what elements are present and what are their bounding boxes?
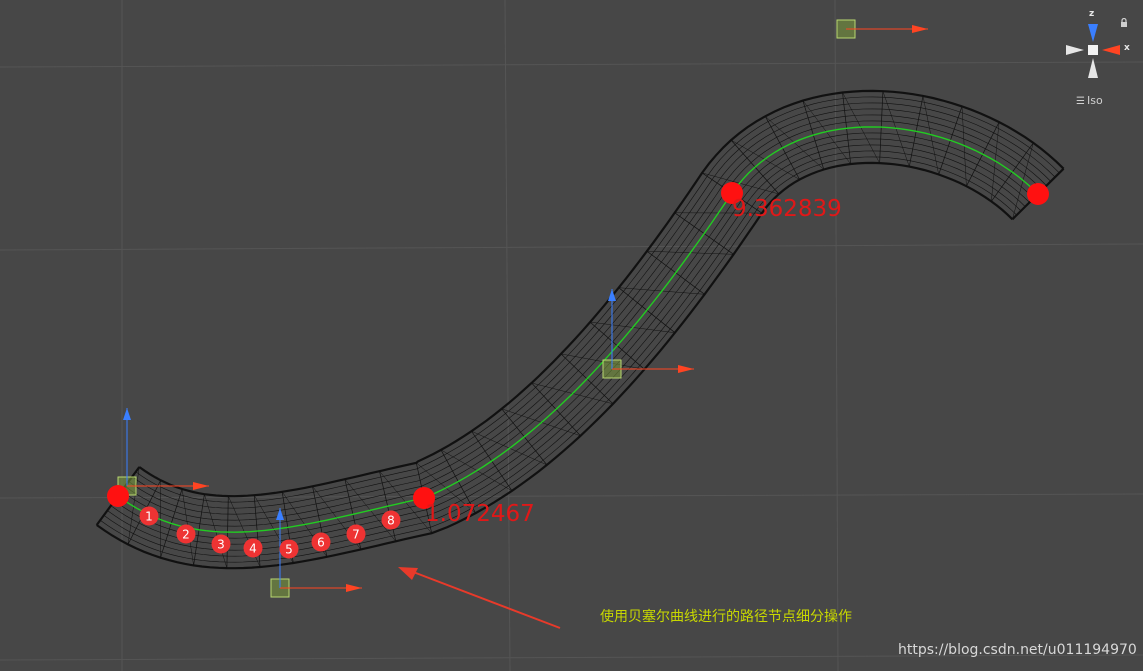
subdivision-node-number: 1 [145,510,153,524]
x-axis-cone-icon[interactable] [1102,45,1120,55]
z-axis-cone-icon[interactable] [1088,24,1098,42]
annotation-arrowhead-icon [398,567,418,580]
subdivision-nodes: 1 2 3 4 5 6 7 8 [139,506,401,559]
mesh-edge-line [110,138,1030,545]
grid-line [0,243,1143,251]
segment-length-label: 9.362839 [732,196,842,222]
road-mesh [95,89,1065,570]
mesh-edge-line [114,132,1034,539]
subdivision-node-number: 8 [387,514,395,528]
mesh-edge-line [135,96,1060,503]
subdivision-node-number: 6 [317,536,325,550]
scene-viewport[interactable]: 1 2 3 4 5 6 7 8 9.362839 1.072467 使用贝塞尔曲线进行的路径节… [0,0,1143,671]
projection-toggle[interactable]: ☰ Iso [1076,94,1103,107]
subdivision-node-number: 7 [352,528,360,542]
scene-canvas[interactable]: 1 2 3 4 5 6 7 8 [0,0,1143,671]
grid-line [0,493,1143,499]
grid-line [834,0,839,671]
mesh-edge-line [124,114,1047,521]
mesh-diagonal-line [730,139,800,180]
z-axis-label: z [1089,9,1095,19]
neg-y-axis-cone-icon[interactable] [1088,58,1098,78]
subdivision-node-number: 5 [285,543,293,557]
handle-x-arrow-icon [678,365,694,373]
grid-line [0,61,1143,68]
annotation-text: 使用贝塞尔曲线进行的路径节点细分操作 [600,609,852,625]
handle-x-arrow-icon [912,25,928,33]
segment-length-label: 1.072467 [425,501,535,527]
grid-line [504,0,511,671]
handle-y-arrow-icon [123,408,131,420]
annotation-arrow [398,567,561,629]
mesh-diagonal-line [802,100,851,165]
mesh-edge-line [117,126,1039,533]
control-points [107,182,1049,509]
subdivision-node-number: 3 [217,538,225,552]
subdivision-node-number: 4 [249,542,257,556]
mesh-edge-line [132,102,1056,509]
mesh-edge-line [96,161,1014,570]
hamburger-icon: ☰ [1076,96,1085,107]
annotation-arrow-line [407,569,561,629]
lock-icon[interactable] [1120,18,1128,28]
mesh-edge-line [128,108,1052,515]
watermark-text: https://blog.csdn.net/u011194970 [898,642,1137,658]
subdivision-node-number: 2 [182,528,190,542]
neg-x-axis-cone-icon[interactable] [1066,45,1084,55]
x-axis-label: x [1124,43,1130,53]
handle-x-arrow-icon [193,482,209,490]
projection-label: Iso [1086,94,1103,107]
gizmo-center-cube-icon[interactable] [1088,45,1098,55]
mesh-diagonal-line [765,116,824,170]
handle-x-arrow-icon [346,584,362,592]
control-point [1027,183,1049,205]
bezier-curve [117,126,1039,533]
mesh-edge-line [100,156,1017,563]
control-point [107,485,129,507]
scene-grid [0,0,1143,671]
mesh-edge-line [121,120,1043,527]
